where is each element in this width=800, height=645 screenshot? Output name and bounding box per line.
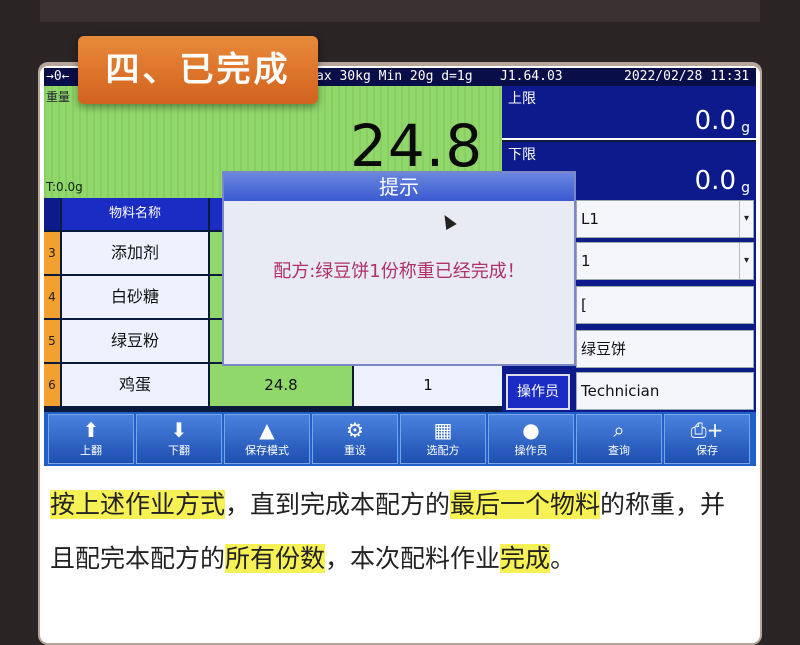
- batch-field[interactable]: [: [576, 286, 754, 324]
- lower-limit-label: 下限: [508, 147, 536, 163]
- caption-paragraph: 按上述作业方式，直到完成本配方的最后一个物料的称重，并且配完本配方的所有份数，本…: [50, 478, 750, 586]
- content-card: →0← ax 30kg Min 20g d=1g J1.64.03 2022/0…: [40, 66, 760, 643]
- save-label: 保存: [696, 444, 718, 457]
- save-mode-button[interactable]: ▲ 保存模式: [224, 414, 310, 464]
- material-name: 添加剂: [62, 232, 208, 274]
- datetime: 2022/02/28 11:31: [624, 69, 750, 84]
- tare-value: T:0.0g: [46, 180, 83, 194]
- save-button[interactable]: ⎙+ 保存: [664, 414, 750, 464]
- arrow-down-icon: ⬇: [170, 418, 188, 442]
- select-recipe-button[interactable]: ▦ 选配方: [400, 414, 486, 464]
- material-name: 绿豆粉: [62, 320, 208, 362]
- row-index: 6: [44, 364, 60, 406]
- bottom-toolbar: ⬆ 上翻 ⬇ 下翻 ▲ 保存模式 ⚙ 重设 ▦ 选配方 ● 操作员 ⌕ 查询 ⎙…: [44, 412, 756, 466]
- arrow-up-icon: ⬆: [82, 418, 100, 442]
- portion-value: 1: [581, 252, 591, 270]
- reset-button[interactable]: ⚙ 重设: [312, 414, 398, 464]
- page-up-label: 上翻: [80, 444, 102, 457]
- operator-toolbar-label: 操作员: [514, 444, 548, 457]
- operator-button[interactable]: 操作员: [506, 374, 570, 410]
- table-header-name: 物料名称: [62, 198, 208, 230]
- scale-specs: ax 30kg Min 20g d=1g: [316, 69, 473, 84]
- row-index: 3: [44, 232, 60, 274]
- stack-icon: ▲: [259, 418, 275, 442]
- portion-select[interactable]: 1 ▾: [576, 242, 754, 280]
- table-row[interactable]: 6 鸡蛋 24.8 1: [44, 364, 502, 408]
- material-name: 鸡蛋: [62, 364, 208, 406]
- calendar-icon: ▦: [433, 418, 453, 442]
- line-value: L1: [581, 210, 599, 228]
- select-recipe-label: 选配方: [426, 444, 460, 457]
- row-index: 4: [44, 276, 60, 318]
- highlight: 所有份数: [225, 544, 326, 573]
- user-icon: ●: [522, 418, 540, 442]
- top-strip: [40, 0, 760, 22]
- save-mode-label: 保存模式: [245, 444, 289, 457]
- page-up-button[interactable]: ⬆ 上翻: [48, 414, 134, 464]
- highlight: 最后一个物料: [450, 490, 601, 519]
- dialog-message: 配方:绿豆饼1份称重已经完成！: [273, 261, 525, 282]
- caption-text: ，直到完成本配方的: [225, 490, 451, 519]
- operator-toolbar-button[interactable]: ● 操作员: [488, 414, 574, 464]
- operator-value: Technician: [581, 382, 660, 400]
- row-index: 5: [44, 320, 60, 362]
- weight-value: 24.8: [350, 112, 484, 180]
- firmware-version: J1.64.03: [500, 69, 563, 84]
- material-name: 白砂糖: [62, 276, 208, 318]
- chevron-down-icon[interactable]: ▾: [739, 243, 753, 279]
- caption-text: ，本次配料作业: [325, 544, 501, 573]
- upper-limit-unit: g: [741, 120, 750, 136]
- query-label: 查询: [608, 444, 630, 457]
- batch-value: [: [581, 296, 587, 314]
- search-icon: ⌕: [613, 418, 625, 442]
- section-badge: 四、已完成: [78, 36, 318, 104]
- prompt-dialog[interactable]: 提示 配方:绿豆饼1份称重已经完成！: [222, 171, 576, 366]
- lower-limit-unit: g: [741, 180, 750, 196]
- zero-indicator: →0←: [46, 69, 70, 84]
- material-count: 1: [354, 364, 502, 406]
- dialog-title: 提示: [224, 173, 574, 201]
- upper-limit-label: 上限: [508, 91, 536, 107]
- lower-limit-value: 0.0: [694, 166, 736, 196]
- caption-text: 。: [550, 544, 576, 573]
- scale-screen: →0← ax 30kg Min 20g d=1g J1.64.03 2022/0…: [44, 68, 756, 466]
- page-down-label: 下翻: [168, 444, 190, 457]
- printer-icon: ⎙+: [690, 418, 724, 442]
- recipe-name-value: 绿豆饼: [581, 340, 627, 358]
- weight-label: 重量: [46, 90, 71, 104]
- line-select[interactable]: L1 ▾: [576, 200, 754, 238]
- recipe-name-field[interactable]: 绿豆饼: [576, 330, 754, 368]
- reset-label: 重设: [344, 444, 366, 457]
- operator-field[interactable]: Technician: [576, 372, 754, 410]
- upper-limit-value: 0.0: [694, 106, 736, 136]
- chevron-down-icon[interactable]: ▾: [739, 201, 753, 237]
- upper-limit-panel[interactable]: 上限 0.0 g: [502, 86, 756, 140]
- page-down-button[interactable]: ⬇ 下翻: [136, 414, 222, 464]
- gear-icon: ⚙: [346, 418, 364, 442]
- material-weight: 24.8: [210, 364, 352, 406]
- highlight: 完成: [500, 544, 551, 573]
- highlight: 按上述作业方式: [50, 490, 226, 519]
- query-button[interactable]: ⌕ 查询: [576, 414, 662, 464]
- table-header-index: [44, 198, 60, 230]
